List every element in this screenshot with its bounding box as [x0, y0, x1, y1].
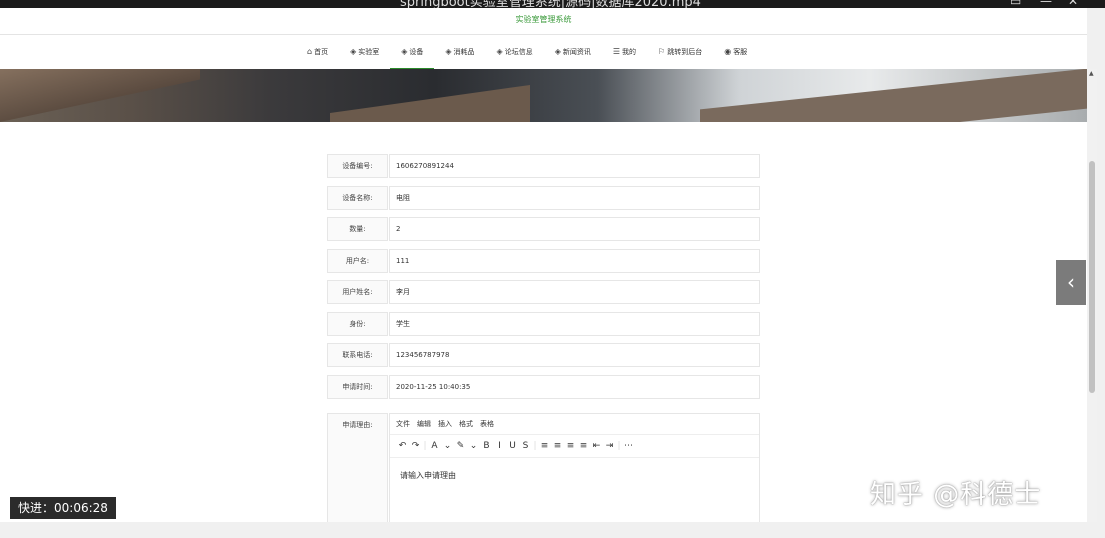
nav-item-label: 我的	[622, 48, 637, 56]
form-input[interactable]: 1606270891244	[389, 154, 760, 178]
nav-item-1[interactable]: ◈ 实验室	[339, 35, 390, 70]
editor-menu-item[interactable]: 文件	[396, 419, 410, 429]
nav-item-label: 首页	[314, 48, 329, 56]
nav-item-label: 论坛信息	[504, 48, 533, 56]
editor-menu-item[interactable]: 格式	[459, 419, 473, 429]
window-title: springboot实验室管理系统|源码|数据库2020.mp4	[400, 0, 701, 8]
layers-icon: ◈	[554, 47, 561, 56]
align-right-icon[interactable]: ≡	[564, 441, 577, 451]
bottom-strip	[0, 522, 1105, 538]
nav-item-2[interactable]: ◈ 设备	[390, 35, 435, 70]
redo-icon[interactable]: ↷	[409, 441, 422, 451]
system-title: 实验室管理系统	[515, 15, 572, 24]
form-label: 联系电话:	[327, 343, 388, 367]
video-window-titlebar: springboot实验室管理系统|源码|数据库2020.mp4 ▭ — ✕	[0, 0, 1105, 8]
support-icon: ◉	[724, 47, 732, 56]
nav-item-label: 客服	[733, 48, 748, 56]
editor-menubar: 文件 编辑 插入 格式 表格	[396, 419, 494, 429]
nav-item-label: 设备	[409, 48, 424, 56]
italic-icon[interactable]: I	[493, 441, 506, 451]
form-input[interactable]: 学生	[389, 311, 760, 336]
underline-icon[interactable]: U	[506, 441, 519, 451]
align-justify-icon[interactable]: ≡	[577, 441, 590, 451]
scroll-up-icon[interactable]: ▲	[1089, 70, 1094, 77]
scrollbar[interactable]	[1087, 69, 1097, 522]
form-row: 身份: 学生	[327, 311, 760, 336]
strikethrough-icon[interactable]: S	[519, 441, 532, 451]
dropdown-icon[interactable]: ⌄	[467, 441, 480, 451]
nav-item-label: 跳转到后台	[667, 48, 703, 56]
editor-menu-item[interactable]: 编辑	[417, 419, 431, 429]
undo-icon[interactable]: ↶	[396, 441, 409, 451]
editor-toolbar: ↶ ↷ | A ⌄ ✎ ⌄ B I U S | ≡ ≡ ≡ ≡ ⇤ ⇥ | ⋯	[390, 434, 759, 458]
form-label: 设备编号:	[327, 154, 388, 178]
nav-item-label: 实验室	[358, 48, 380, 56]
form-input[interactable]: 2	[389, 217, 760, 241]
nav-item-8[interactable]: ◉ 客服	[713, 35, 758, 70]
form-label: 申请时间:	[327, 374, 388, 399]
page: 实验室管理系统 ⌂ 首页 ◈ 实验室 ◈ 设备 ◈ 消耗品 ◈ 论坛信息 ◈ 新闻资讯 ☰ 我的 ⚐ 跳转到后…	[0, 8, 1087, 522]
more-icon[interactable]: ⋯	[622, 441, 635, 451]
form-row: 数量: 2	[327, 217, 760, 241]
close-icon[interactable]: ✕	[1068, 0, 1078, 8]
layers-icon: ◈	[445, 47, 452, 56]
form-row: 用户姓名: 李月	[327, 280, 760, 304]
flag-icon: ⚐	[658, 47, 666, 56]
dropdown-icon[interactable]: ⌄	[441, 441, 454, 451]
reason-placeholder[interactable]: 请输入申请理由	[400, 470, 456, 481]
nav-item-label: 消耗品	[453, 48, 475, 56]
layers-icon: ◈	[350, 47, 357, 56]
restore-icon[interactable]: ▭	[1010, 0, 1021, 8]
form-row: 设备名称: 电阻	[327, 185, 760, 210]
nav-item-6[interactable]: ☰ 我的	[602, 35, 647, 70]
form-input[interactable]: 123456787978	[389, 343, 760, 367]
align-left-icon[interactable]: ≡	[538, 441, 551, 451]
form-row: 申请时间: 2020-11-25 10:40:35	[327, 374, 760, 399]
editor-menu-item[interactable]: 插入	[438, 419, 452, 429]
layers-icon: ◈	[496, 47, 503, 56]
outdent-icon[interactable]: ⇤	[590, 441, 603, 451]
form-input[interactable]: 111	[389, 248, 760, 273]
nav-item-4[interactable]: ◈ 论坛信息	[486, 35, 544, 70]
form-label: 身份:	[327, 311, 388, 336]
nav-items: ⌂ 首页 ◈ 实验室 ◈ 设备 ◈ 消耗品 ◈ 论坛信息 ◈ 新闻资讯 ☰ 我的 ⚐ 跳转到后台 ◉ 客服	[296, 35, 758, 70]
align-center-icon[interactable]: ≡	[551, 441, 564, 451]
nav-item-label: 新闻资讯	[562, 48, 591, 56]
form-input[interactable]: 电阻	[389, 185, 760, 210]
layers-icon: ◈	[401, 47, 408, 56]
nav-item-7[interactable]: ⚐ 跳转到后台	[647, 35, 713, 70]
reason-editor[interactable]: 文件 编辑 插入 格式 表格 ↶ ↷ | A ⌄ ✎ ⌄ B I U S | ≡ ≡ ≡ ≡ ⇤ ⇥ | ⋯ 请输入申请理由	[389, 413, 760, 522]
menu-icon: ☰	[612, 47, 621, 56]
playback-speed-indicator: 快进：00:06:28	[10, 497, 116, 519]
form-input[interactable]: 李月	[389, 280, 760, 304]
watermark: 知乎 @科德士	[870, 480, 1042, 510]
form-label: 数量:	[327, 217, 388, 241]
reason-row: 申请理由: 文件 编辑 插入 格式 表格 ↶ ↷ | A ⌄ ✎ ⌄ B I U S | ≡ ≡ ≡ ≡ ⇤ ⇥ | ⋯ 请输…	[327, 413, 760, 522]
reason-label: 申请理由:	[327, 413, 388, 522]
minimize-icon[interactable]: —	[1040, 0, 1052, 8]
home-icon: ⌂	[307, 47, 313, 56]
side-collapse-tab[interactable]: ‹	[1056, 260, 1086, 305]
bold-icon[interactable]: B	[480, 441, 493, 451]
form-label: 用户名:	[327, 248, 388, 273]
form-row: 联系电话: 123456787978	[327, 343, 760, 367]
form-input[interactable]: 2020-11-25 10:40:35	[389, 374, 760, 399]
nav-item-5[interactable]: ◈ 新闻资讯	[544, 35, 602, 70]
form-label: 用户姓名:	[327, 280, 388, 304]
text-color-icon[interactable]: A	[428, 441, 441, 451]
indent-icon[interactable]: ⇥	[603, 441, 616, 451]
form-row: 设备编号: 1606270891244	[327, 154, 760, 178]
nav-item-0[interactable]: ⌂ 首页	[296, 35, 339, 70]
form-row: 用户名: 111	[327, 248, 760, 273]
highlight-icon[interactable]: ✎	[454, 441, 467, 451]
main-nav: ⌂ 首页 ◈ 实验室 ◈ 设备 ◈ 消耗品 ◈ 论坛信息 ◈ 新闻资讯 ☰ 我的 ⚐ 跳转到后台 ◉ 客服	[0, 34, 1087, 70]
editor-menu-item[interactable]: 表格	[480, 419, 494, 429]
scrollbar-thumb[interactable]	[1089, 161, 1095, 393]
form-label: 设备名称:	[327, 185, 388, 210]
nav-item-3[interactable]: ◈ 消耗品	[434, 35, 485, 70]
banner-image	[0, 69, 1087, 122]
